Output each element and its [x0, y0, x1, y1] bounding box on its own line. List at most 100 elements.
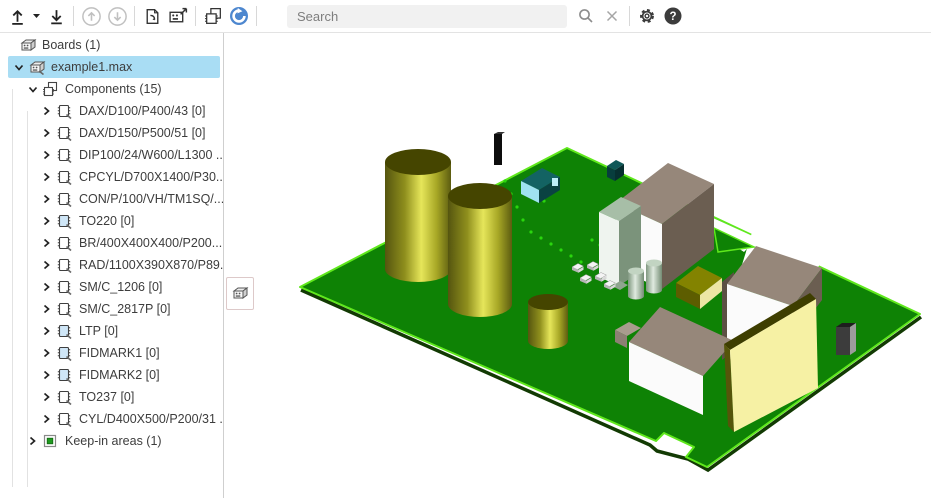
download-button[interactable]: [43, 3, 69, 29]
upload-button[interactable]: [4, 3, 30, 29]
chevron-icon[interactable]: [28, 84, 38, 94]
tree-row-label: LTP [0]: [79, 324, 118, 338]
box-grey-small[interactable]: [836, 323, 856, 355]
tree-row-components-15[interactable]: Components (15): [0, 78, 223, 100]
tree-rows: Boards (1) example1.max Components (15) …: [0, 33, 223, 452]
tree-row-boards-1[interactable]: Boards (1): [0, 34, 223, 56]
panel-collapse-handle[interactable]: [226, 277, 254, 310]
refresh-icon: [228, 5, 250, 27]
chevron-icon[interactable]: [42, 392, 52, 402]
cap-cylinder-sage-1[interactable]: [628, 268, 644, 300]
component-chip-icon: [56, 279, 73, 296]
refresh-button[interactable]: [226, 3, 252, 29]
chevron-icon[interactable]: [42, 172, 52, 182]
tree-row-fidmark1-0[interactable]: FIDMARK1 [0]: [0, 342, 223, 364]
model-tree-panel: Boards (1) example1.max Components (15) …: [0, 33, 224, 498]
tree-row-sm-c-1206-0[interactable]: SM/C_1206 [0]: [0, 276, 223, 298]
tree-row-keep-in-areas-1[interactable]: Keep-in areas (1): [0, 430, 223, 452]
electrolytic-capacitor-large-2[interactable]: [448, 183, 512, 317]
chevron-icon[interactable]: [42, 150, 52, 160]
tree-row-cyl-d400x500-p200-31[interactable]: CYL/D400X500/P200/31 ...: [0, 408, 223, 430]
tree-row-example1-max[interactable]: example1.max: [8, 56, 220, 78]
pin-header-black[interactable]: [494, 132, 505, 165]
caret-down-icon: [32, 13, 41, 19]
tree-row-label: DIP100/24/W600/L1300 ...: [79, 148, 223, 162]
tree-row-label: CPCYL/D700X1400/P30...: [79, 170, 223, 184]
tree-row-sm-c-2817p-0[interactable]: SM/C_2817P [0]: [0, 298, 223, 320]
3d-viewport[interactable]: [225, 33, 931, 498]
toolbar-separator: [256, 6, 257, 26]
tree-row-label: CYL/D400X500/P200/31 ...: [79, 412, 223, 426]
settings-gear-icon: [637, 6, 657, 26]
help-icon: ?: [663, 6, 683, 26]
component-chip-icon: [56, 191, 73, 208]
download-icon: [47, 7, 66, 26]
chevron-icon[interactable]: [42, 304, 52, 314]
settings-button[interactable]: [634, 3, 660, 29]
paste-document-icon: [143, 7, 162, 26]
chevron-icon[interactable]: [42, 106, 52, 116]
tree-row-label: FIDMARK1 [0]: [79, 346, 160, 360]
tree-row-to237-0[interactable]: TO237 [0]: [0, 386, 223, 408]
close-icon: [605, 9, 619, 23]
tree-row-con-p-100-vh-tm1sq[interactable]: CON/P/100/VH/TM1SQ/...: [0, 188, 223, 210]
chevron-icon[interactable]: [42, 216, 52, 226]
export-board-button[interactable]: [165, 3, 191, 29]
chevron-icon[interactable]: [42, 326, 52, 336]
help-button[interactable]: ?: [660, 3, 686, 29]
export-board-icon: [168, 6, 189, 27]
toolbar-separator: [73, 6, 74, 26]
chevron-icon[interactable]: [42, 282, 52, 292]
tree-row-to220-0[interactable]: TO220 [0]: [0, 210, 223, 232]
tree-row-ltp-0[interactable]: LTP [0]: [0, 320, 223, 342]
tree-row-dip100-24-w600-l1300[interactable]: DIP100/24/W600/L1300 ...: [0, 144, 223, 166]
chevron-icon[interactable]: [42, 348, 52, 358]
search-clear-button[interactable]: [599, 3, 625, 29]
component-chip-icon: [56, 301, 73, 318]
chevron-icon[interactable]: [28, 436, 38, 446]
search-icon: [577, 7, 595, 25]
component-chip-icon: [56, 345, 73, 362]
tree-row-label: BR/400X400X400/P200...: [79, 236, 222, 250]
toolbar-separator: [134, 6, 135, 26]
search-input[interactable]: [287, 5, 567, 28]
board-icon: [28, 60, 46, 75]
tree-row-label: SM/C_1206 [0]: [79, 280, 162, 294]
chevron-icon[interactable]: [42, 414, 52, 424]
chevron-icon[interactable]: [5, 40, 15, 50]
search-button[interactable]: [573, 3, 599, 29]
components-stack-button[interactable]: [200, 3, 226, 29]
chevron-icon[interactable]: [42, 194, 52, 204]
upload-menu-button[interactable]: [30, 3, 43, 29]
tree-row-rad-1100x390x870-p89[interactable]: RAD/1100X390X870/P89...: [0, 254, 223, 276]
component-chip-icon: [56, 147, 73, 164]
move-up-button[interactable]: [78, 3, 104, 29]
tree-row-dax-d150-p500-51-0[interactable]: DAX/D150/P500/51 [0]: [0, 122, 223, 144]
tree-row-br-400x400x400-p200[interactable]: BR/400X400X400/P200...: [0, 232, 223, 254]
tree-row-fidmark2-0[interactable]: FIDMARK2 [0]: [0, 364, 223, 386]
tree-row-label: example1.max: [51, 60, 132, 74]
board-icon: [231, 286, 249, 301]
chevron-icon[interactable]: [42, 128, 52, 138]
tree-row-cpcyl-d700x1400-p30[interactable]: CPCYL/D700X1400/P30...: [0, 166, 223, 188]
tree-row-label: Components (15): [65, 82, 162, 96]
tree-row-label: Keep-in areas (1): [65, 434, 162, 448]
electrolytic-capacitor-large-1[interactable]: [385, 149, 451, 282]
svg-text:?: ?: [669, 11, 676, 23]
chevron-icon[interactable]: [42, 238, 52, 248]
tree-row-label: TO220 [0]: [79, 214, 134, 228]
tree-row-dax-d100-p400-43-0[interactable]: DAX/D100/P400/43 [0]: [0, 100, 223, 122]
move-down-button[interactable]: [104, 3, 130, 29]
paste-document-button[interactable]: [139, 3, 165, 29]
electrolytic-capacitor-small[interactable]: [528, 294, 568, 349]
chevron-icon[interactable]: [14, 62, 24, 72]
component-chip-icon: [56, 213, 73, 230]
component-chip-icon: [56, 367, 73, 384]
cap-cylinder-sage-2[interactable]: [646, 260, 662, 294]
component-chip-icon: [56, 125, 73, 142]
component-chip-icon: [56, 411, 73, 428]
chevron-icon[interactable]: [42, 370, 52, 380]
tree-row-label: TO237 [0]: [79, 390, 134, 404]
chevron-icon[interactable]: [42, 260, 52, 270]
move-down-circle-icon: [107, 6, 128, 27]
